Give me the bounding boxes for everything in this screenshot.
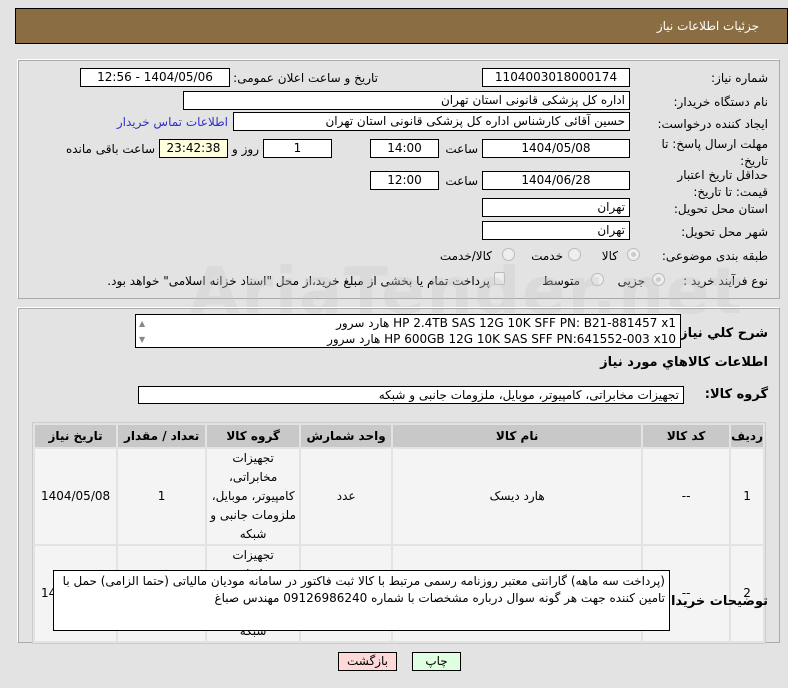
requester-field: حسین آقائی کارشناس اداره کل پزشکی قانونی… — [233, 112, 630, 131]
cell-code: -- — [643, 449, 730, 544]
cell-date: 1404/05/08 — [35, 449, 117, 544]
process-radio-medium[interactable] — [591, 273, 604, 286]
need-number-label: شماره نیاز: — [711, 71, 768, 85]
group-label: گروه کالا: — [704, 387, 768, 402]
cell-group: تجهیزات مخابراتی، کامپیوتر، موبایل، ملزو… — [207, 449, 300, 544]
deadline-time-label: ساعت — [445, 142, 478, 156]
col-header-date: تاریخ نیاز — [35, 425, 117, 447]
buyer-contact-link[interactable]: اطلاعات تماس خریدار — [117, 115, 228, 129]
scroll-arrows-icon[interactable]: ▲ ▼ — [139, 316, 145, 347]
back-button[interactable]: بازگشت — [338, 652, 397, 671]
notes-label: توضیحات خریدار: — [658, 594, 768, 609]
validity-date-field: 1404/06/28 — [482, 171, 630, 190]
goods-section-title: اطلاعات كالاهاي مورد نياز — [600, 355, 768, 370]
process-option-minor: جزیی — [617, 274, 645, 288]
validity-label: حداقل تاریخ اعتبار قیمت: تا تاریخ: — [677, 168, 768, 199]
page-header: جزئیات اطلاعات نیاز — [15, 8, 788, 44]
deadline-time-field: 14:00 — [370, 139, 439, 158]
days-field: 1 — [263, 139, 332, 158]
payment-note: پرداخت تمام یا بخشی از مبلغ خرید،از محل … — [107, 274, 490, 288]
islamic-treasury-checkbox[interactable] — [494, 272, 505, 285]
category-option-service: خدمت — [531, 249, 563, 263]
cell-name: هارد دیسک — [393, 449, 642, 544]
notes-textarea[interactable]: (پرداخت سه ماهه) گارانتی معتبر روزنامه ر… — [53, 570, 670, 631]
category-radio-goods[interactable] — [627, 248, 640, 261]
col-header-qty: تعداد / مقدار — [118, 425, 206, 447]
announce-field: 1404/05/06 - 12:56 — [80, 68, 230, 87]
col-header-unit: واحد شمارش — [301, 425, 392, 447]
deadline-date-field: 1404/05/08 — [482, 139, 630, 158]
requester-label: ایجاد کننده درخواست: — [657, 117, 768, 131]
group-field: تجهیزات مخابراتی، کامپیوتر، موبایل، ملزو… — [138, 386, 684, 404]
print-button[interactable]: چاپ — [412, 652, 461, 671]
col-header-code: کد کالا — [643, 425, 730, 447]
page-title: جزئیات اطلاعات نیاز — [656, 19, 759, 33]
process-option-medium: متوسط — [542, 274, 580, 288]
validity-time-field: 12:00 — [370, 171, 439, 190]
days-label: روز و — [232, 142, 259, 156]
province-label: استان محل تحویل: — [673, 202, 768, 216]
summary-textarea[interactable]: HP 2.4TB SAS 12G 10K SFF PN: B21-881457 … — [135, 314, 681, 348]
remaining-time-field: 23:42:38 — [159, 139, 228, 158]
announce-label: تاریخ و ساعت اعلان عمومی: — [233, 71, 378, 85]
category-radio-both[interactable] — [502, 248, 515, 261]
category-option-goods: کالا — [601, 249, 618, 263]
category-radio-service[interactable] — [568, 248, 581, 261]
category-option-both: کالا/خدمت — [439, 249, 492, 263]
process-radio-minor[interactable] — [652, 273, 665, 286]
buyer-org-label: نام دستگاه خریدار: — [673, 95, 769, 109]
col-header-name: نام کالا — [393, 425, 642, 447]
category-label: طبقه بندی موضوعی: — [661, 249, 768, 263]
col-header-row: ردیف — [731, 425, 763, 447]
remaining-label: ساعت باقی مانده — [65, 142, 155, 156]
cell-qty: 1 — [118, 449, 206, 544]
deadline-label: مهلت ارسال پاسخ: تا تاریخ: — [661, 137, 768, 168]
summary-line: HP 2.4TB SAS 12G 10K SFF PN: B21-881457 … — [336, 316, 676, 330]
cell-row: 1 — [731, 449, 763, 544]
need-number-field: 1104003018000174 — [482, 68, 630, 87]
city-label: شهر محل تحویل: — [681, 225, 768, 239]
table-row: 1 -- هارد دیسک عدد تجهیزات مخابراتی، کام… — [35, 449, 763, 544]
buyer-org-field: اداره کل پزشکی قانونی استان تهران — [183, 91, 630, 110]
cell-unit: عدد — [301, 449, 392, 544]
province-field: تهران — [482, 198, 630, 217]
process-label: نوع فرآیند خرید : — [683, 274, 768, 288]
col-header-group: گروه کالا — [207, 425, 300, 447]
summary-label: شرح كلي نياز: — [674, 326, 768, 341]
summary-line: HP 600GB 12G 10K SAS SFF PN:641552-003 x… — [327, 332, 676, 346]
validity-time-label: ساعت — [445, 174, 478, 188]
city-field: تهران — [482, 221, 630, 240]
